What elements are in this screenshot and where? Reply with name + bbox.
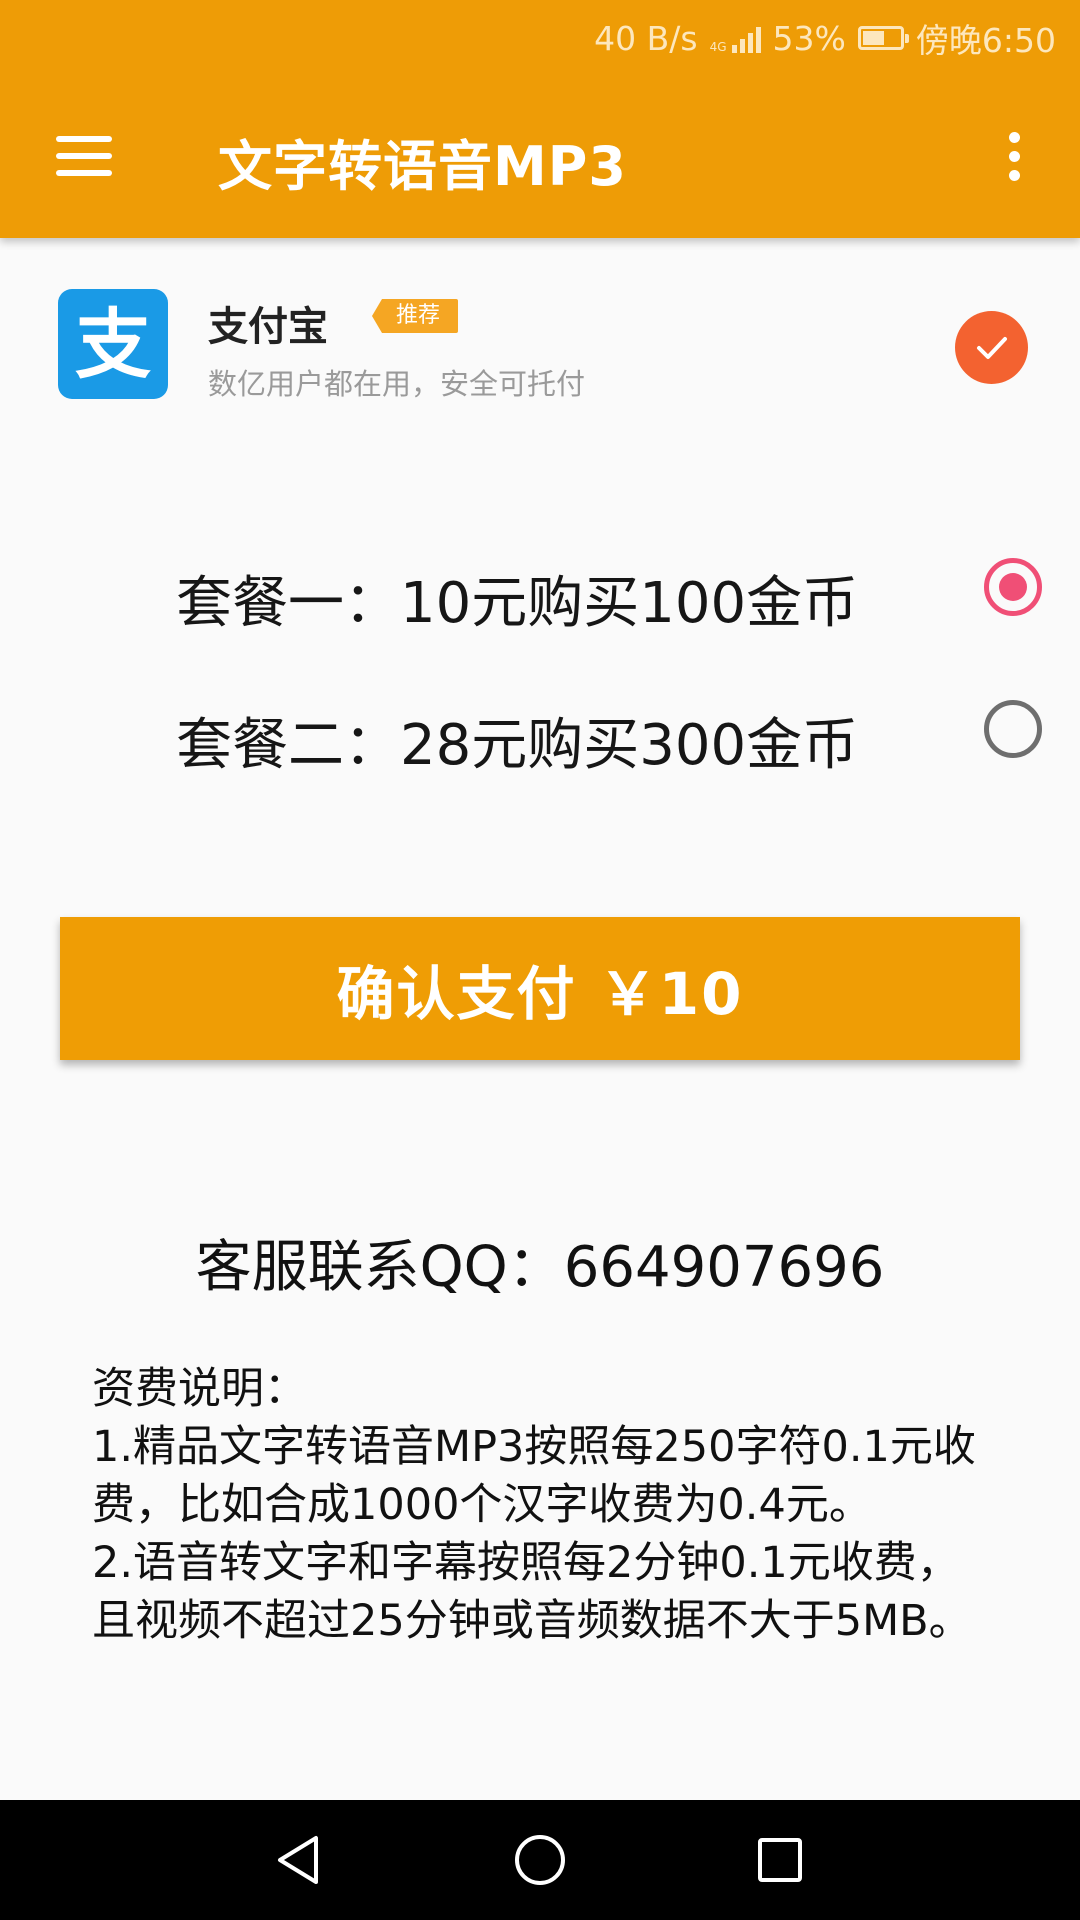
clock: 傍晚6:50 <box>915 21 1056 60</box>
package-label: 套餐二：28元购买300金币 <box>176 713 859 778</box>
confirm-payment-button[interactable]: 确认支付 ￥10 <box>60 917 1020 1060</box>
more-vert-icon[interactable] <box>1004 132 1024 182</box>
package-label: 套餐一：10元购买100金币 <box>176 571 859 636</box>
system-nav-bar <box>0 1800 1080 1920</box>
home-circle-icon[interactable] <box>510 1830 570 1890</box>
fee-item: 2.语音转文字和字幕按照每2分钟0.1元收费，且视频不超过25分钟或音频数据不大… <box>92 1538 972 1646</box>
signal-icon: 4G <box>710 23 761 53</box>
battery-icon <box>857 26 909 50</box>
fee-title: 资费说明： <box>92 1364 307 1414</box>
payment-method-description: 数亿用户都在用，安全可托付 <box>208 367 586 401</box>
radio-unselected-icon[interactable] <box>984 700 1042 758</box>
package-option-1[interactable]: 套餐一：10元购买100金币 <box>0 528 1080 648</box>
selected-check-icon[interactable] <box>955 311 1028 384</box>
app-bar: 40 B/s 4G 53% 傍晚6:50 文字转语音MP3 <box>0 0 1080 238</box>
payment-method-name: 支付宝 <box>208 304 328 350</box>
service-contact: 客服联系QQ：664907696 <box>195 1235 885 1300</box>
network-speed: 40 B/s <box>594 18 698 58</box>
alipay-logo-glyph: 支 <box>75 300 151 389</box>
app-title: 文字转语音MP3 <box>218 135 627 198</box>
back-triangle-icon[interactable] <box>270 1830 330 1890</box>
recommend-badge: 推荐 <box>372 299 459 333</box>
battery-percent: 53% <box>772 18 846 58</box>
package-option-2[interactable]: 套餐二：28元购买300金币 <box>0 670 1080 790</box>
fee-item: 1.精品文字转语音MP3按照每250字符0.1元收费，比如合成1000个汉字收费… <box>92 1422 976 1530</box>
signal-type-label: 4G <box>709 40 727 54</box>
status-bar: 40 B/s 4G 53% 傍晚6:50 <box>594 14 1056 62</box>
recents-square-icon[interactable] <box>750 1830 810 1890</box>
svg-text:支: 支 <box>75 300 151 389</box>
alipay-logo: 支 <box>58 289 168 399</box>
hamburger-menu-icon[interactable] <box>56 136 112 176</box>
radio-selected-icon[interactable] <box>984 558 1042 616</box>
fee-description: 资费说明： 1.精品文字转语音MP3按照每250字符0.1元收费，比如合成100… <box>92 1360 992 1650</box>
